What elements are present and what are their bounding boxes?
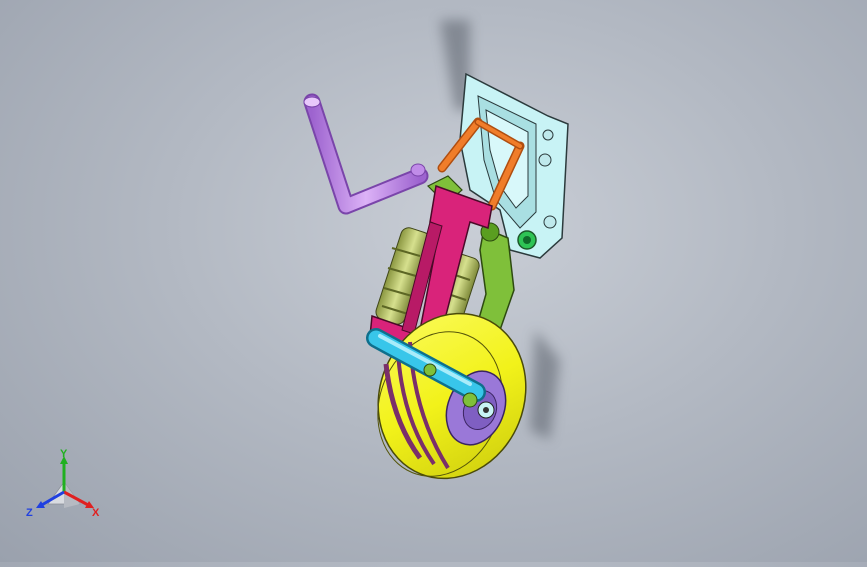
model-canvas[interactable] [0,0,867,562]
handle-lever[interactable] [303,93,429,215]
y-axis-label: Y [60,448,68,460]
z-axis-label: Z [26,507,33,519]
x-axis-label: X [92,507,100,519]
graphics-viewport[interactable]: Y X Z [0,0,867,562]
orientation-triad[interactable]: Y X Z [22,448,106,524]
